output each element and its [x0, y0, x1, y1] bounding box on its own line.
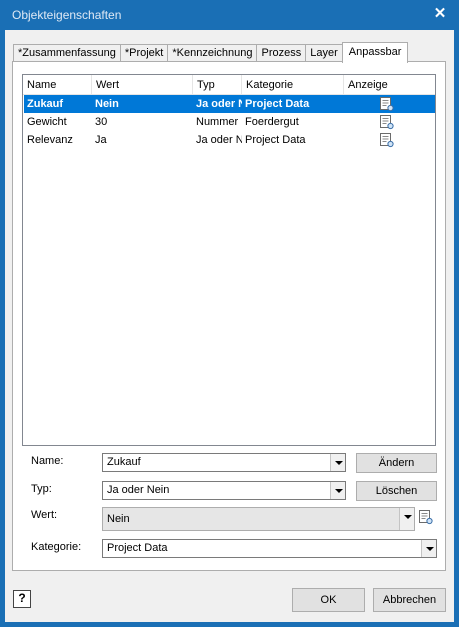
- document-display-icon[interactable]: [380, 133, 394, 148]
- document-display-icon[interactable]: [380, 115, 394, 130]
- ok-button[interactable]: OK: [292, 588, 365, 612]
- name-combobox[interactable]: Zukauf: [102, 453, 346, 472]
- tab-anpassbar[interactable]: Anpassbar: [341, 42, 409, 63]
- title-bar[interactable]: Objekteigenschaften ✕: [0, 0, 459, 30]
- cell-name: Gewicht: [27, 116, 67, 128]
- cell-anzeige: [344, 95, 435, 113]
- cell-name: Relevanz: [27, 134, 73, 146]
- typ-value: Ja oder Nein: [107, 484, 170, 496]
- column-header-wert[interactable]: Wert: [92, 75, 193, 95]
- properties-dialog: Objekteigenschaften ✕ *Zusammenfassung *…: [0, 0, 459, 627]
- column-header-name[interactable]: Name: [23, 75, 92, 95]
- loeschen-button[interactable]: Löschen: [356, 481, 437, 501]
- close-icon[interactable]: ✕: [431, 5, 449, 23]
- cell-typ: Ja oder N: [196, 134, 242, 146]
- window-title: Objekteigenschaften: [12, 8, 122, 22]
- cell-anzeige: [344, 113, 435, 131]
- list-header: Name Wert Typ Kategorie Anzeige: [23, 75, 435, 95]
- properties-list[interactable]: Name Wert Typ Kategorie Anzeige Zukauf N…: [22, 74, 436, 446]
- cell-kategorie: Project Data: [245, 134, 306, 146]
- cancel-button[interactable]: Abbrechen: [373, 588, 446, 612]
- cell-wert: Ja: [95, 134, 107, 146]
- column-header-anzeige[interactable]: Anzeige: [344, 75, 435, 95]
- value-display-icon[interactable]: [419, 510, 433, 525]
- cell-wert: Nein: [95, 98, 119, 110]
- help-icon[interactable]: ?: [13, 590, 31, 608]
- chevron-down-icon[interactable]: [421, 540, 436, 557]
- wert-combobox[interactable]: Nein: [102, 507, 415, 531]
- tab-prozess[interactable]: Prozess: [256, 44, 307, 62]
- cell-typ: Ja oder N: [196, 98, 242, 110]
- cell-name: Zukauf: [27, 98, 64, 110]
- tab-panel-anpassbar: Name Wert Typ Kategorie Anzeige Zukauf N…: [12, 61, 446, 571]
- wert-label: Wert:: [31, 509, 58, 521]
- name-label: Name:: [31, 455, 64, 467]
- typ-combobox[interactable]: Ja oder Nein: [102, 481, 346, 500]
- column-header-kategorie[interactable]: Kategorie: [242, 75, 344, 95]
- wert-value: Nein: [107, 513, 130, 525]
- kategorie-label: Kategorie:: [31, 541, 82, 553]
- typ-label: Typ:: [31, 483, 52, 495]
- chevron-down-icon[interactable]: [330, 454, 345, 471]
- table-row[interactable]: Relevanz Ja Ja oder N Project Data: [24, 131, 435, 149]
- tab-projekt[interactable]: *Projekt: [119, 44, 169, 62]
- table-row[interactable]: Gewicht 30 Nummer Foerdergut: [24, 113, 435, 131]
- cell-kategorie: Foerdergut: [245, 116, 299, 128]
- chevron-down-icon[interactable]: [330, 482, 345, 499]
- dialog-client-area: *Zusammenfassung *Projekt *Kennzeichnung…: [5, 30, 454, 622]
- tab-layer[interactable]: Layer: [305, 44, 343, 62]
- tab-kennzeichnung[interactable]: *Kennzeichnung: [167, 44, 258, 62]
- table-row[interactable]: Zukauf Nein Ja oder N Project Data: [24, 95, 435, 113]
- cell-typ: Nummer: [196, 116, 239, 128]
- aendern-button[interactable]: Ändern: [356, 453, 437, 473]
- column-header-typ[interactable]: Typ: [193, 75, 242, 95]
- kategorie-combobox[interactable]: Project Data: [102, 539, 437, 558]
- name-value: Zukauf: [107, 456, 141, 468]
- tab-strip: *Zusammenfassung *Projekt *Kennzeichnung…: [13, 42, 409, 63]
- chevron-down-icon[interactable]: [399, 508, 414, 530]
- cell-wert: 30: [95, 116, 108, 128]
- kategorie-value: Project Data: [107, 542, 168, 554]
- cell-kategorie: Project Data: [245, 98, 310, 110]
- tab-zusammenfassung[interactable]: *Zusammenfassung: [13, 44, 121, 62]
- cell-anzeige: [344, 131, 435, 149]
- document-display-icon[interactable]: [380, 97, 394, 112]
